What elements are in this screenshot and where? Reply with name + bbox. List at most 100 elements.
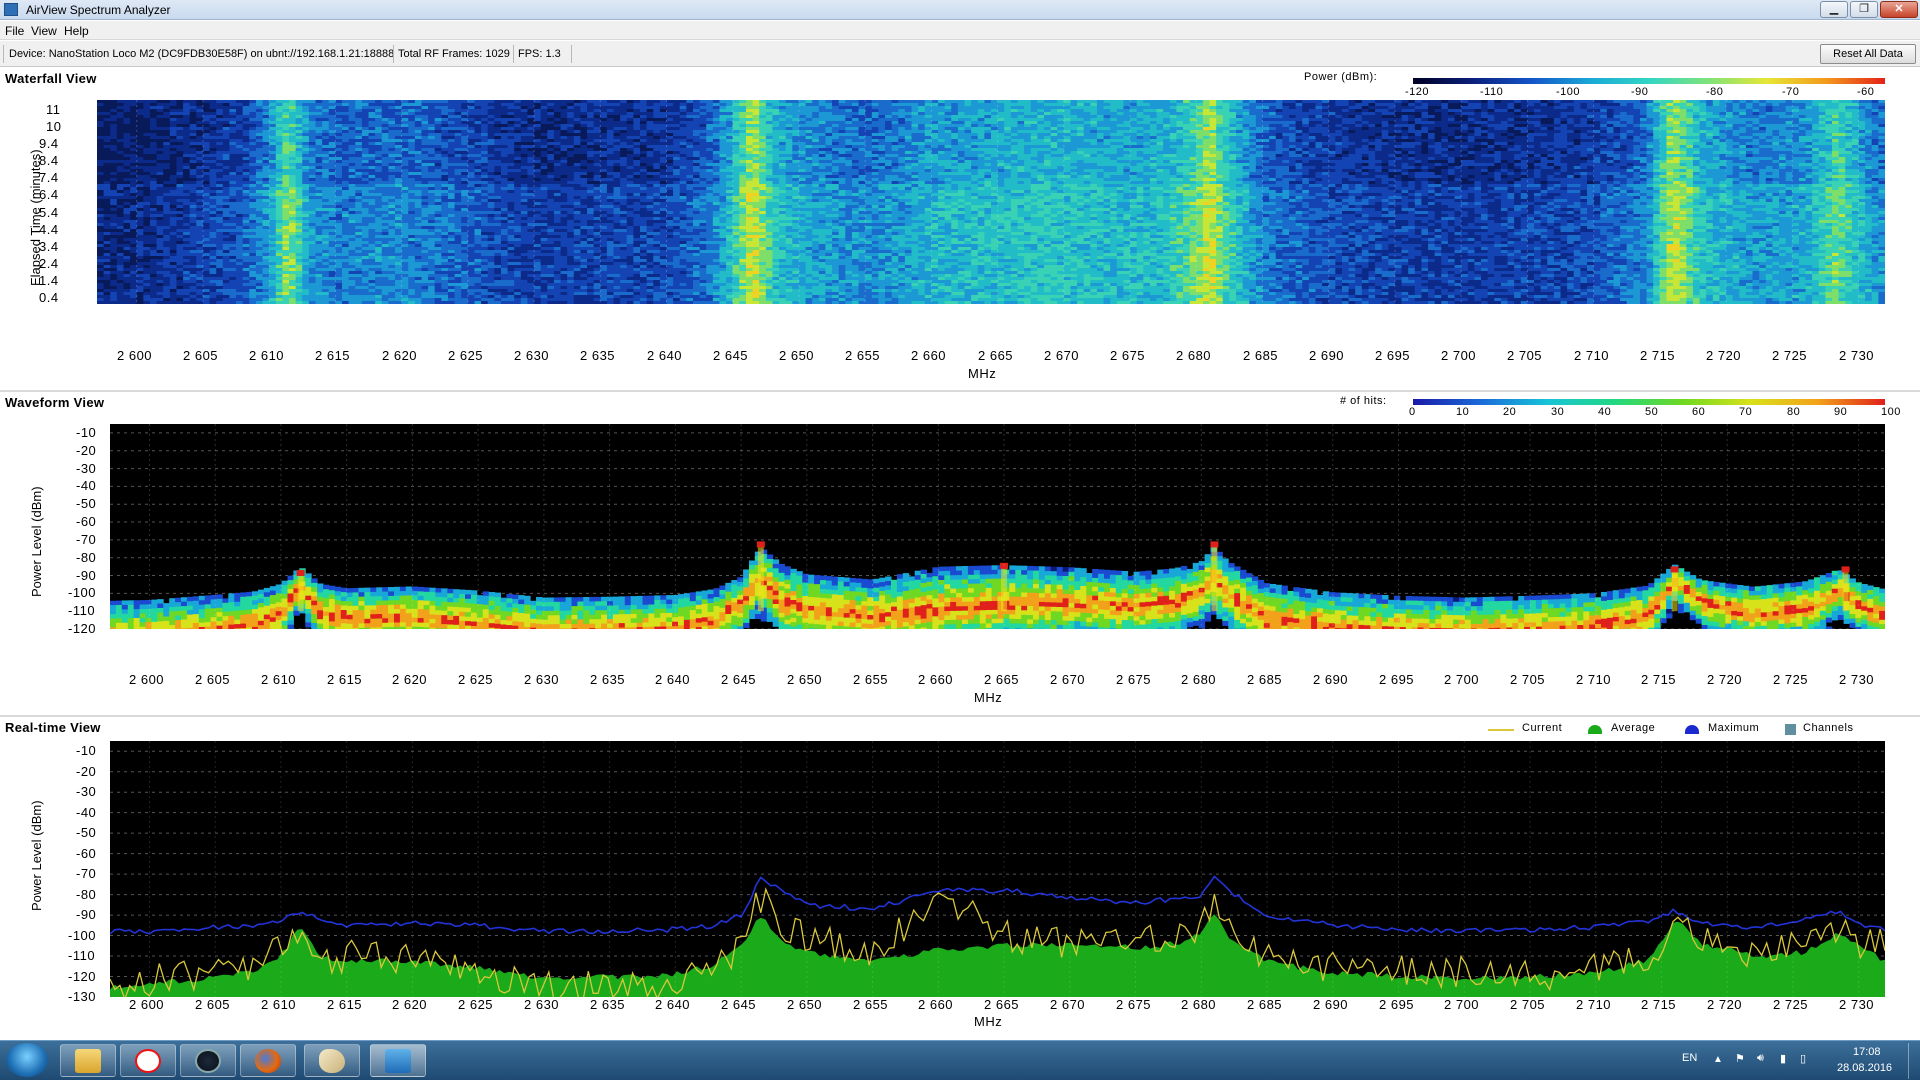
menu-file[interactable]: File [5, 24, 24, 38]
waterfall-cell [454, 301, 462, 304]
waterfall-cell [567, 301, 575, 304]
power-colorbar-tick: -90 [1631, 86, 1648, 98]
waterfall-cell [381, 301, 389, 304]
toolbar-separator [571, 45, 572, 63]
toolbar-separator [3, 45, 4, 63]
waterfall-heatmap[interactable] [97, 100, 1885, 304]
waterfall-y-tick: 3.4 [39, 239, 59, 254]
maximize-button[interactable]: ❐ [1850, 1, 1878, 18]
waterfall-y-tick: 11 [46, 102, 61, 117]
waterfall-cell [116, 301, 125, 304]
waterfall-cell [169, 301, 178, 304]
waterfall-cell [342, 301, 350, 304]
window-title: AirView Spectrum Analyzer [26, 3, 171, 17]
waterfall-cell [110, 301, 118, 304]
waterfall-cell [202, 301, 211, 304]
waterfall-cell [156, 301, 164, 304]
waterfall-cell [520, 301, 529, 304]
waterfall-cell [361, 301, 370, 304]
waterfall-y-tick: 1.4 [39, 273, 59, 288]
waterfall-svg [97, 100, 1885, 304]
waterfall-cell [421, 301, 429, 304]
waterfall-cell [249, 301, 257, 304]
waterfall-cell [547, 301, 555, 304]
power-colorbar-tick: -80 [1706, 86, 1723, 98]
waterfall-cell [275, 301, 284, 304]
waterfall-cell [143, 301, 151, 304]
waterfall-cell [103, 301, 111, 304]
waterfall-y-tick: 9.4 [39, 136, 59, 151]
waterfall-y-tick: 0.4 [39, 290, 59, 305]
toolbar-separator [513, 45, 514, 63]
waterfall-cell [500, 301, 509, 304]
waterfall-cell [97, 301, 105, 304]
waterfall-cell [315, 301, 323, 304]
waterfall-cell [229, 301, 237, 304]
waterfall-cell [494, 301, 502, 304]
waterfall-y-tick: 4.4 [39, 222, 59, 237]
waterfall-cell [255, 301, 264, 304]
waterfall-cell [560, 301, 568, 304]
waterfall-cell [302, 301, 310, 304]
waterfall-cell [375, 301, 383, 304]
waterfall-cell [149, 301, 158, 304]
waterfall-cell [414, 301, 423, 304]
status-toolbar: Device: NanoStation Loco M2 (DC9FDB30E58… [0, 41, 1920, 67]
power-colorbar-tick: -70 [1782, 86, 1799, 98]
waterfall-cell [123, 301, 131, 304]
waterfall-y-tick: 5.4 [39, 205, 59, 220]
waterfall-cell [487, 301, 495, 304]
waterfall-y-tick: 10 [46, 119, 61, 134]
waterfall-cell [176, 301, 184, 304]
waterfall-cell [216, 301, 224, 304]
waterfall-cell [447, 301, 456, 304]
waterfall-cell [269, 301, 277, 304]
menu-view[interactable]: View [31, 24, 57, 38]
power-colorbar-tick: -120 [1405, 86, 1429, 98]
minimize-button[interactable]: ▁ [1820, 1, 1848, 18]
waterfall-cell [388, 301, 396, 304]
waterfall-panel: Waterfall View Power (dBm): -120 -110 -100… [0, 68, 1920, 390]
waterfall-cell [289, 301, 297, 304]
waterfall-cell [474, 301, 482, 304]
waterfall-y-tick: 6.4 [39, 187, 59, 202]
device-info: Device: NanoStation Loco M2 (DC9FDB30E58… [9, 48, 394, 60]
close-button[interactable]: ✕ [1880, 1, 1918, 18]
waterfall-cell [222, 301, 231, 304]
waterfall-cell [282, 301, 290, 304]
menu-bar: File View Help [0, 21, 1920, 40]
waterfall-cell [209, 301, 217, 304]
waterfall-cell [236, 301, 244, 304]
waterfall-cell [408, 301, 416, 304]
waterfall-title: Waterfall View [5, 71, 97, 86]
waterfall-cell [401, 301, 409, 304]
waterfall-cell [163, 301, 171, 304]
window-title-bar: AirView Spectrum Analyzer ▁ ❐ ✕ [0, 0, 1920, 20]
fps-readout: FPS: 1.3 [518, 48, 561, 60]
waterfall-cell [295, 301, 303, 304]
waterfall-cell [467, 301, 476, 304]
waterfall-cell [136, 301, 144, 304]
waterfall-cell [534, 301, 542, 304]
menu-help[interactable]: Help [64, 24, 89, 38]
rf-frames-count: Total RF Frames: 1029 [398, 48, 510, 60]
power-colorbar-tick: -60 [1857, 86, 1874, 98]
waterfall-cell [368, 301, 376, 304]
reset-all-data-button[interactable]: Reset All Data [1820, 44, 1916, 64]
app-icon [4, 3, 18, 16]
waterfall-cell [308, 301, 317, 304]
waterfall-cell [514, 301, 522, 304]
waterfall-y-tick: 8.4 [39, 153, 59, 168]
power-colorbar-tick: -110 [1480, 86, 1503, 98]
waterfall-cell [189, 301, 197, 304]
waterfall-cell [428, 301, 436, 304]
waterfall-cell [553, 301, 562, 304]
waterfall-y-tick: 7.4 [39, 170, 59, 185]
power-colorbar [1413, 78, 1885, 84]
waterfall-cell [441, 301, 449, 304]
waterfall-cell [242, 301, 250, 304]
waterfall-cell [355, 301, 363, 304]
waterfall-cell [348, 301, 356, 304]
waterfall-cell [322, 301, 330, 304]
waterfall-cell [507, 301, 515, 304]
